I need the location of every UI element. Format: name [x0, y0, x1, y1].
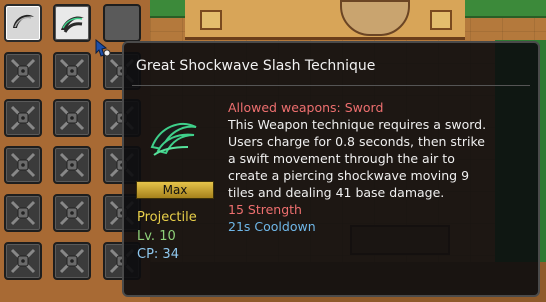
locked-chain-icon: [59, 105, 85, 131]
description-line: create a piercing shockwave moving 9: [228, 168, 470, 183]
skill-slot-shockwave[interactable]: [53, 4, 91, 42]
cooldown: 21s Cooldown: [228, 219, 316, 234]
locked-chain-icon: [59, 152, 85, 178]
locked-chain-icon: [59, 58, 85, 84]
strength-requirement: 15 Strength: [228, 202, 302, 217]
description-line: This Weapon technique requires a sword.: [228, 117, 487, 132]
crescent-slash-icon: [13, 14, 34, 28]
locked-skill-slot[interactable]: [53, 99, 91, 137]
description-line: a swift movement through the air to: [228, 151, 455, 166]
skill-tooltip: Great Shockwave Slash Technique Max Proj…: [122, 41, 540, 297]
locked-chain-icon: [10, 152, 36, 178]
wall-pillar: [430, 10, 452, 30]
max-level-badge: Max: [136, 181, 214, 199]
tooltip-divider: [132, 85, 530, 86]
locked-skill-slot[interactable]: [4, 146, 42, 184]
mouse-cursor-icon: [94, 38, 114, 58]
wall-pillar: [200, 10, 222, 30]
shockwave-slash-icon: [61, 16, 84, 33]
locked-chain-icon: [10, 58, 36, 84]
locked-skill-slot[interactable]: [53, 242, 91, 280]
locked-skill-slot[interactable]: [53, 146, 91, 184]
skill-slot-crescent[interactable]: [4, 4, 42, 42]
locked-skill-slot[interactable]: [53, 52, 91, 90]
locked-chain-icon: [59, 200, 85, 226]
description-line: Users charge for 0.8 seconds, then strik…: [228, 134, 485, 149]
building-wall: [185, 0, 465, 40]
description-line: tiles and dealing 41 base damage.: [228, 185, 445, 200]
locked-skill-slot[interactable]: [4, 194, 42, 232]
locked-chain-icon: [10, 248, 36, 274]
locked-skill-slot[interactable]: [4, 99, 42, 137]
tooltip-description: Allowed weapons: Sword This Weapon techn…: [228, 99, 534, 235]
skill-level: Lv. 10: [137, 229, 176, 244]
locked-skill-slot[interactable]: [53, 194, 91, 232]
locked-skill-slot[interactable]: [4, 52, 42, 90]
locked-skill-slot[interactable]: [4, 242, 42, 280]
locked-chain-icon: [10, 200, 36, 226]
locked-chain-icon: [59, 248, 85, 274]
allowed-weapons: Allowed weapons: Sword: [228, 100, 384, 115]
shockwave-slash-icon: [144, 107, 204, 167]
tooltip-title: Great Shockwave Slash Technique: [136, 58, 376, 74]
locked-chain-icon: [10, 105, 36, 131]
skill-type: Projectile: [137, 210, 197, 225]
skill-cp: CP: 34: [137, 247, 179, 262]
skill-slot-empty[interactable]: [103, 4, 141, 42]
